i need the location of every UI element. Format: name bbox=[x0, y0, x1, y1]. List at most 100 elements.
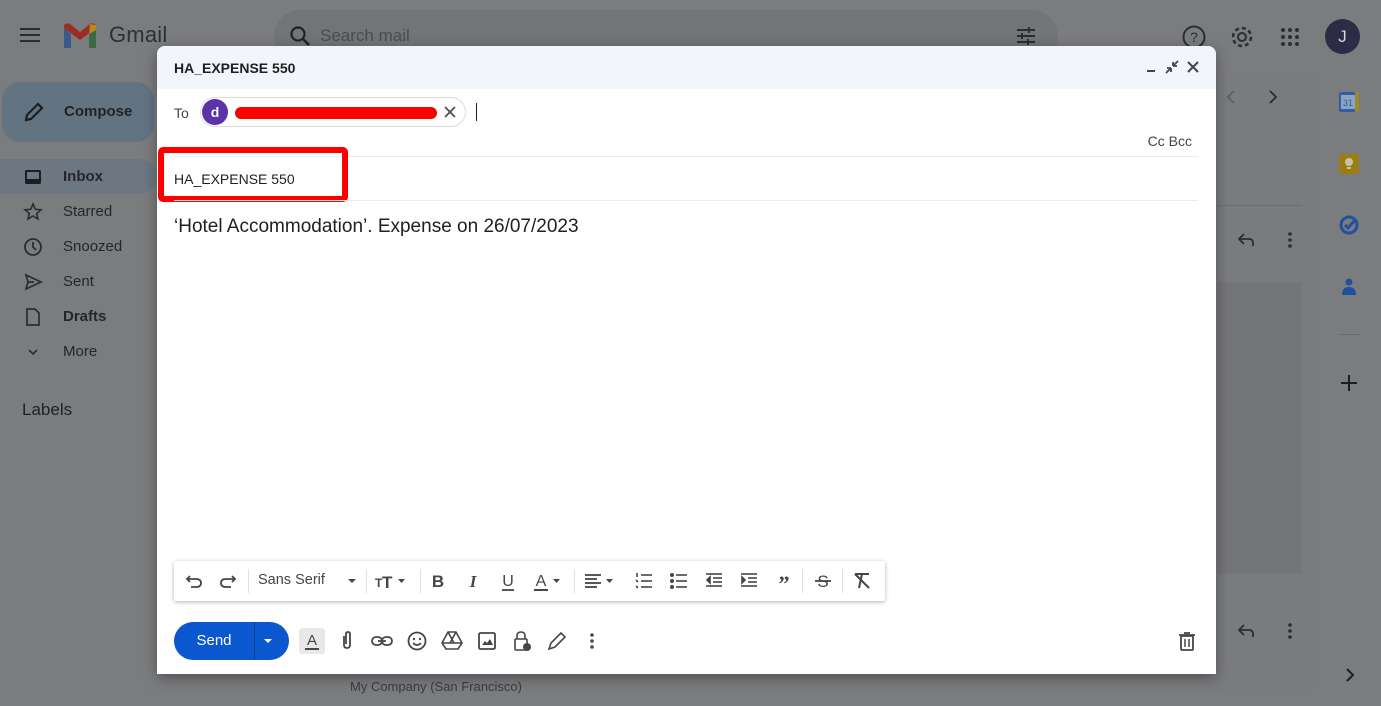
main-menu-button[interactable] bbox=[18, 24, 46, 52]
svg-text:31: 31 bbox=[1343, 98, 1353, 108]
svg-text:U: U bbox=[502, 573, 514, 590]
sidebar-item-inbox[interactable]: Inbox bbox=[0, 159, 157, 194]
menu-line bbox=[20, 40, 40, 42]
compose-label: Compose bbox=[64, 103, 133, 120]
minimize-icon[interactable] bbox=[1143, 58, 1161, 76]
font-family-select[interactable]: Sans Serif bbox=[258, 572, 325, 588]
keep-icon[interactable] bbox=[1338, 153, 1360, 175]
reply-icon[interactable] bbox=[1235, 620, 1257, 642]
chevron-down-icon bbox=[23, 342, 43, 362]
text-color-icon[interactable]: A bbox=[531, 569, 567, 593]
sidebar-item-sent[interactable]: Sent bbox=[0, 264, 157, 299]
add-app-icon[interactable] bbox=[1338, 372, 1360, 394]
divider bbox=[174, 200, 1198, 201]
more-vert-icon[interactable] bbox=[1279, 229, 1301, 251]
compose-dialog: HA_EXPENSE 550 To d Cc Bcc HA_EXPENSE 55… bbox=[157, 46, 1216, 674]
sidebar-item-drafts[interactable]: Drafts bbox=[0, 299, 157, 334]
insert-photo-icon[interactable] bbox=[474, 628, 500, 654]
search-icon[interactable] bbox=[288, 24, 312, 48]
tasks-icon[interactable] bbox=[1338, 214, 1360, 236]
remove-formatting-icon[interactable] bbox=[850, 569, 874, 593]
indent-more-icon[interactable] bbox=[737, 569, 761, 593]
emoji-icon[interactable] bbox=[404, 628, 430, 654]
remove-recipient-icon[interactable] bbox=[442, 104, 458, 120]
bold-icon[interactable]: B bbox=[426, 569, 450, 593]
newer-message-icon[interactable] bbox=[1224, 88, 1238, 106]
subject-field[interactable]: HA_EXPENSE 550 bbox=[174, 157, 1198, 200]
confidential-mode-icon[interactable] bbox=[509, 628, 535, 654]
compose-button[interactable]: Compose bbox=[2, 82, 154, 142]
discard-draft-trash-icon[interactable] bbox=[1174, 628, 1200, 654]
sidebar-item-snoozed[interactable]: Snoozed bbox=[0, 229, 157, 264]
labels-header: Labels bbox=[22, 400, 73, 419]
draft-icon bbox=[23, 307, 43, 327]
insert-signature-icon[interactable] bbox=[544, 628, 570, 654]
numbered-list-icon[interactable] bbox=[632, 569, 656, 593]
svg-text:T: T bbox=[382, 573, 393, 592]
settings-gear-icon[interactable] bbox=[1229, 24, 1255, 50]
insert-link-icon[interactable] bbox=[369, 628, 395, 654]
compose-header[interactable]: HA_EXPENSE 550 bbox=[157, 46, 1216, 89]
more-vert-icon[interactable] bbox=[1279, 620, 1301, 642]
exit-fullscreen-icon[interactable] bbox=[1163, 58, 1181, 76]
attachment-preview bbox=[1218, 282, 1302, 574]
star-icon bbox=[23, 202, 43, 222]
bulleted-list-icon[interactable] bbox=[667, 569, 691, 593]
undo-icon[interactable] bbox=[182, 569, 206, 593]
gmail-logo-text: Gmail bbox=[109, 22, 168, 47]
send-button[interactable]: Send bbox=[174, 622, 254, 660]
text-cursor bbox=[476, 103, 477, 121]
google-drive-icon[interactable] bbox=[439, 628, 465, 654]
reply-icon[interactable] bbox=[1235, 229, 1257, 251]
contacts-icon[interactable] bbox=[1338, 276, 1360, 298]
compose-title: HA_EXPENSE 550 bbox=[174, 60, 296, 76]
message-body[interactable]: ‘Hotel Accommodation’. Expense on 26/07/… bbox=[174, 216, 579, 238]
pencil-icon bbox=[22, 100, 46, 124]
underline-icon[interactable]: U bbox=[496, 569, 520, 593]
font-dropdown-arrow-icon[interactable] bbox=[340, 569, 364, 593]
expand-side-panel-icon[interactable] bbox=[1343, 666, 1357, 684]
to-field[interactable]: To d bbox=[157, 89, 1216, 134]
quote-icon[interactable]: ” bbox=[772, 569, 796, 593]
italic-icon[interactable]: I bbox=[461, 569, 485, 593]
svg-text:A: A bbox=[307, 632, 317, 649]
redo-icon[interactable] bbox=[216, 569, 240, 593]
align-icon[interactable] bbox=[582, 569, 618, 593]
indent-less-icon[interactable] bbox=[702, 569, 726, 593]
separator bbox=[420, 569, 421, 593]
bcc-link[interactable]: Bcc bbox=[1169, 133, 1192, 149]
close-icon[interactable] bbox=[1184, 58, 1202, 76]
search-input[interactable]: Search mail bbox=[320, 26, 410, 46]
search-options-icon[interactable] bbox=[1014, 24, 1038, 48]
svg-text:I: I bbox=[469, 572, 478, 591]
cc-link[interactable]: Cc bbox=[1148, 133, 1165, 149]
clock-icon bbox=[23, 237, 43, 257]
apps-grid-icon[interactable] bbox=[1277, 24, 1303, 50]
font-size-icon[interactable]: TT bbox=[374, 569, 410, 593]
separator bbox=[248, 569, 249, 593]
sidebar-item-more[interactable]: More bbox=[0, 334, 157, 369]
svg-text:B: B bbox=[432, 572, 444, 591]
subject-input[interactable]: HA_EXPENSE 550 bbox=[174, 171, 295, 187]
svg-text:”: ” bbox=[779, 571, 790, 593]
separator bbox=[802, 569, 803, 593]
formatting-options-icon[interactable]: A bbox=[299, 628, 325, 654]
divider bbox=[1338, 334, 1360, 335]
inbox-icon bbox=[23, 167, 43, 187]
schedule-send-dropdown-icon[interactable] bbox=[260, 633, 276, 649]
sidebar-item-starred[interactable]: Starred bbox=[0, 194, 157, 229]
sidebar-item-label: Inbox bbox=[63, 168, 103, 185]
attach-file-icon[interactable] bbox=[334, 628, 360, 654]
gmail-logo-icon[interactable] bbox=[62, 22, 98, 50]
svg-text:?: ? bbox=[1190, 29, 1198, 45]
separator bbox=[842, 569, 843, 593]
strikethrough-icon[interactable]: S bbox=[811, 569, 835, 593]
sidebar-item-label: More bbox=[63, 343, 98, 360]
account-avatar[interactable]: J bbox=[1325, 19, 1360, 54]
separator bbox=[574, 569, 575, 593]
more-options-icon[interactable] bbox=[579, 628, 605, 654]
recipient-avatar: d bbox=[202, 99, 228, 125]
older-message-icon[interactable] bbox=[1266, 88, 1280, 106]
recipient-chip[interactable]: d bbox=[200, 97, 466, 127]
calendar-icon[interactable]: 31 bbox=[1338, 91, 1360, 113]
